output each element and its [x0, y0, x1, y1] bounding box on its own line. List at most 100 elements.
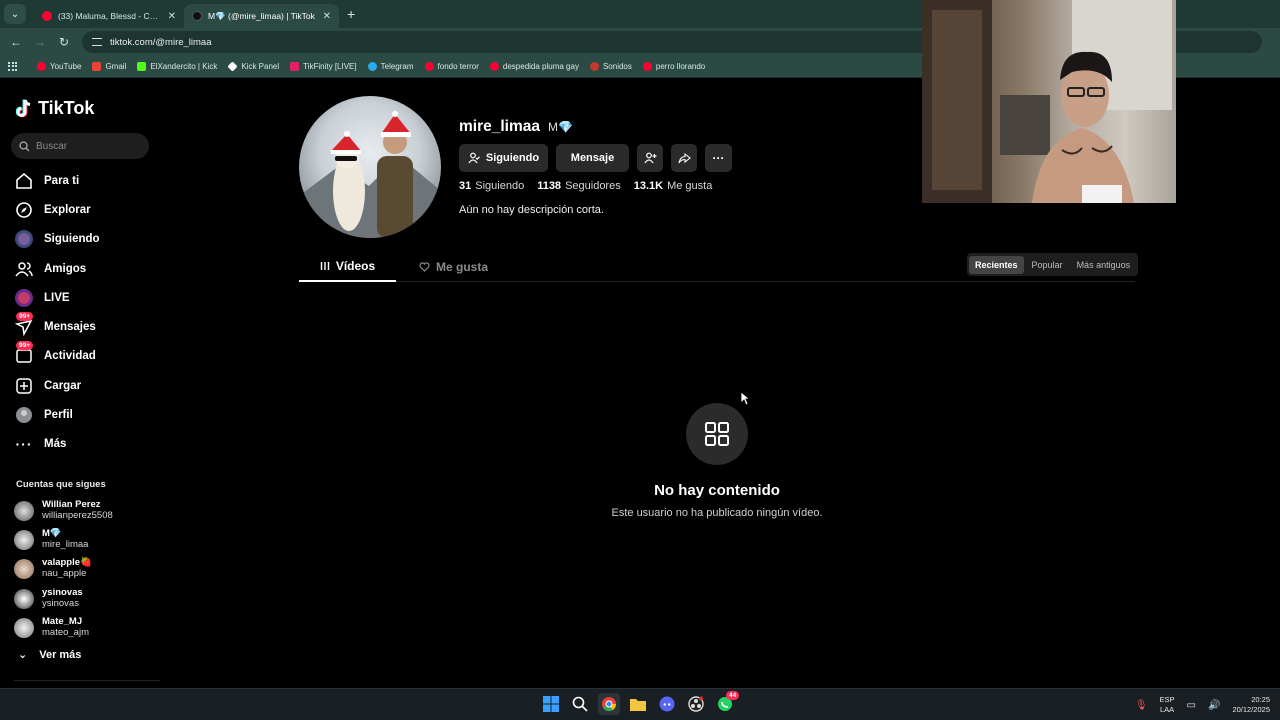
account-handle: mire_limaa [42, 539, 89, 550]
search-icon[interactable] [569, 693, 591, 715]
gmail-icon [92, 62, 102, 71]
close-icon[interactable]: ✕ [323, 11, 331, 22]
user-plus-icon [644, 152, 656, 164]
chrome-icon[interactable] [598, 693, 620, 715]
bookmark-label: Sonidos [602, 62, 632, 71]
following-account-item[interactable]: Willian Perez willianperez5508 [14, 499, 113, 522]
grid-lines-icon [320, 262, 330, 270]
bookmark-label: fondo terror [437, 62, 479, 71]
followers-count: 1138 [537, 180, 562, 192]
clock[interactable]: 20:25 20/12/2025 [1232, 695, 1270, 715]
grid-icon [705, 422, 729, 446]
microphone-icon[interactable]: 🎙 [1135, 700, 1148, 711]
file-explorer-icon[interactable] [627, 693, 649, 715]
bookmark-despedida[interactable]: despedida pluma gay [489, 62, 579, 71]
nav-label: Más [44, 438, 67, 450]
bookmark-youtube[interactable]: YouTube [37, 62, 81, 71]
whatsapp-icon[interactable]: 44 [714, 691, 740, 715]
nav-item-cargar[interactable]: Cargar [14, 374, 81, 398]
bookmark-fondo-terror[interactable]: fondo terror [424, 62, 479, 71]
bookmark-label: perro llorando [655, 62, 706, 71]
message-button-label: Mensaje [570, 152, 615, 164]
sort-recientes[interactable]: Recientes [969, 255, 1024, 274]
nav-item-mas[interactable]: ··· Más [14, 432, 67, 456]
following-button[interactable]: Siguiendo [459, 144, 548, 172]
new-tab-button[interactable]: + [347, 6, 355, 22]
nav-item-actividad[interactable]: 99+ Actividad [14, 341, 96, 368]
browser-tab-tiktok[interactable]: M💎 (@mire_limaa) | TikTok ✕ [184, 4, 339, 28]
nav-item-mensajes[interactable]: 99+ Mensajes [14, 312, 96, 339]
bookmark-gmail[interactable]: Gmail [92, 62, 126, 71]
bookmark-kick[interactable]: ElXandercito | Kick [137, 62, 217, 71]
following-account-item[interactable]: Mate_MJ mateo_ajm [14, 616, 89, 639]
close-icon[interactable]: ✕ [168, 11, 176, 22]
account-name: ysinovas [42, 587, 83, 598]
likes-stat: 13.1K Me gusta [634, 180, 713, 192]
account-name: Willian Perez [42, 499, 101, 510]
avatar [14, 617, 34, 638]
nav-item-siguiendo[interactable]: Siguiendo [14, 227, 100, 251]
share-button[interactable] [671, 144, 697, 172]
site-info-icon[interactable] [92, 38, 102, 46]
search-input[interactable]: Buscar [11, 133, 149, 159]
telegram-icon [367, 62, 377, 71]
back-arrow-icon[interactable]: ← [4, 35, 28, 49]
windows-taskbar: 44 🎙 ESP LAA ▭ 🔊 20:25 20/12/2025 [0, 688, 1280, 720]
language-code: ESP [1159, 695, 1175, 704]
nav-item-perfil[interactable]: Perfil [14, 403, 73, 427]
following-account-item[interactable]: M💎 mire_limaa [14, 528, 88, 551]
volume-icon[interactable]: 🔊 [1208, 700, 1220, 711]
tab-title: M💎 (@mire_limaa) | TikTok [208, 10, 315, 21]
discord-icon[interactable] [656, 693, 678, 715]
tab-likes[interactable]: Me gusta [419, 252, 488, 282]
account-name: M💎 [42, 528, 62, 539]
whatsapp-badge: 44 [726, 691, 740, 700]
apps-grid-icon[interactable] [8, 61, 18, 72]
profile-avatar[interactable] [299, 96, 441, 238]
nav-item-explorar[interactable]: Explorar [14, 198, 91, 222]
bookmark-kick-panel[interactable]: Kick Panel [227, 61, 279, 72]
nav-item-live[interactable]: LIVE [14, 286, 70, 310]
more-icon: ··· [15, 436, 33, 452]
diamond-icon [227, 61, 238, 72]
browser-tab-youtube[interactable]: (33) Maluma, Blessd - Call Me ( ✕ [34, 4, 184, 28]
tab-search-button[interactable]: ⌄ [4, 4, 26, 24]
sort-popular[interactable]: Popular [1026, 256, 1069, 274]
following-account-item[interactable]: valapple🍓 nau_apple [14, 557, 92, 580]
tab-videos[interactable]: Vídeos [299, 252, 396, 282]
forward-arrow-icon[interactable]: → [28, 35, 52, 49]
clock-time: 20:25 [1251, 695, 1270, 704]
bookmark-sonidos[interactable]: Sonidos [589, 62, 632, 71]
obs-icon[interactable] [685, 693, 707, 715]
nav-label: Perfil [44, 409, 73, 421]
search-icon [19, 140, 30, 151]
following-stat[interactable]: 31 Siguiendo [459, 180, 524, 192]
avatar [14, 558, 34, 579]
bookmark-tikfinity[interactable]: TikFinity [LIVE] [290, 62, 357, 71]
taskbar-apps: 44 [540, 691, 740, 715]
nav-label: Siguiendo [44, 233, 100, 245]
add-friend-button[interactable] [637, 144, 663, 172]
nav-item-amigos[interactable]: Amigos [14, 257, 86, 281]
bookmark-perro-llorando[interactable]: perro llorando [642, 62, 706, 71]
windows-start-icon[interactable] [540, 693, 562, 715]
messages-badge: 99+ [16, 312, 34, 321]
message-button[interactable]: Mensaje [556, 144, 629, 172]
more-options-button[interactable]: ··· [705, 144, 732, 172]
bookmark-telegram[interactable]: Telegram [367, 62, 414, 71]
followers-stat[interactable]: 1138 Seguidores [537, 180, 621, 192]
see-more-button[interactable]: ⌄ Ver más [18, 648, 81, 662]
account-name: Mate_MJ [42, 616, 83, 627]
network-icon[interactable]: ▭ [1187, 700, 1196, 711]
tab-label: Me gusta [436, 260, 489, 274]
webcam-overlay [922, 0, 1176, 203]
nav-item-para-ti[interactable]: Para ti [14, 169, 79, 193]
following-account-item[interactable]: ysinovas ysinovas [14, 587, 83, 610]
chevron-down-icon: ⌄ [18, 649, 28, 661]
reload-icon[interactable]: ↻ [52, 35, 76, 49]
likes-count: 13.1K [633, 180, 664, 192]
tiktok-logo[interactable]: TikTok [16, 98, 94, 119]
language-indicator[interactable]: ESP LAA [1160, 695, 1175, 715]
system-tray: 🎙 ESP LAA ▭ 🔊 20:25 20/12/2025 [1135, 689, 1270, 720]
sort-mas-antiguos[interactable]: Más antiguos [1071, 256, 1137, 274]
